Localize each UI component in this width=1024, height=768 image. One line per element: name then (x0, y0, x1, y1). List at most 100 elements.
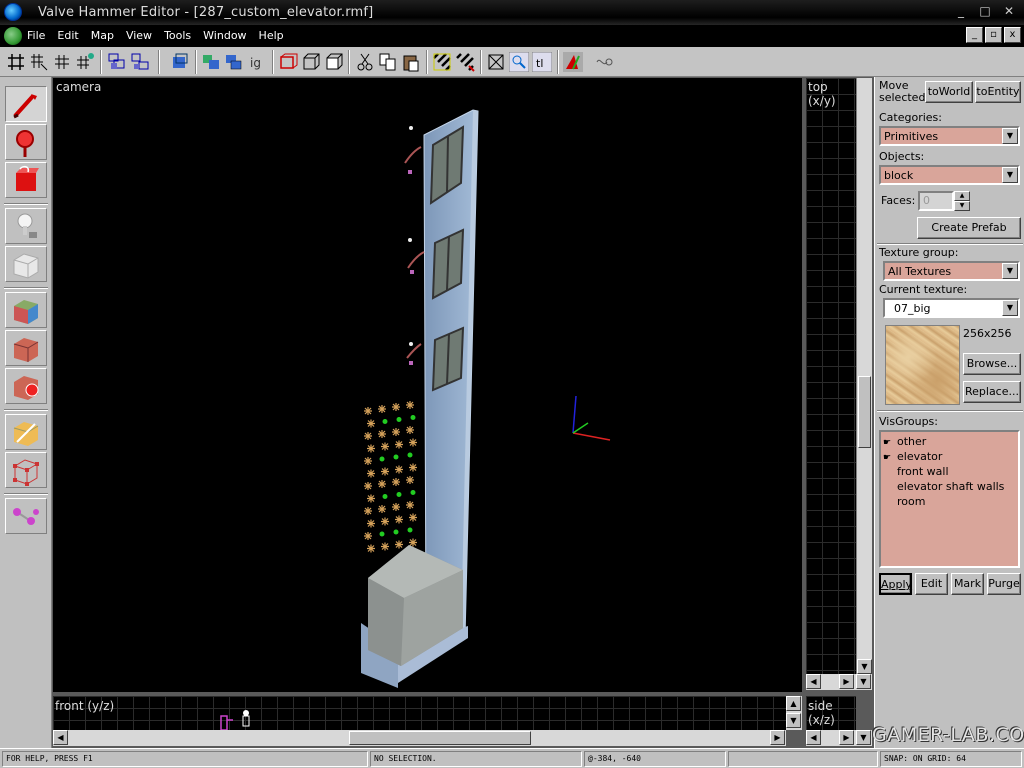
camera-tool-button[interactable] (5, 162, 47, 198)
decal-tool-button[interactable] (5, 368, 47, 404)
scroll-left-icon[interactable]: ◀ (806, 730, 821, 745)
chevron-down-icon[interactable]: ▼ (1002, 167, 1018, 183)
menu-view[interactable]: View (126, 29, 152, 42)
toggle-face-icon[interactable] (301, 52, 321, 72)
path-tool-button[interactable] (5, 498, 47, 534)
front-view-vertical-scrollbar[interactable]: ▲ ▼ (786, 696, 802, 730)
hatch-b-icon[interactable] (455, 52, 475, 72)
replace-button[interactable]: Replace... (963, 381, 1021, 403)
menu-map[interactable]: Map (91, 29, 114, 42)
cordon-icon[interactable] (594, 52, 614, 72)
top-viewport[interactable]: top (x/y) (806, 78, 856, 674)
block-tool-button[interactable] (5, 246, 47, 282)
eye-icon[interactable]: ☛ (883, 438, 897, 448)
minimize-button[interactable]: _ (950, 2, 972, 20)
chevron-down-icon[interactable]: ▼ (1002, 263, 1018, 279)
visgroup-elevator[interactable]: ☛ elevator (883, 450, 942, 463)
front-view-scroll-thumb[interactable] (349, 731, 531, 745)
faces-input[interactable]: 0 (918, 191, 954, 211)
doc-minimize-button[interactable]: _ (966, 27, 983, 43)
edit-button[interactable]: Edit (915, 573, 948, 595)
faces-up-icon[interactable]: ▲ (954, 191, 970, 201)
visgroup-other[interactable]: ☛ other (883, 435, 926, 448)
objects-select[interactable]: block ▼ (879, 165, 1020, 185)
vertex-tool-button[interactable] (5, 452, 47, 488)
categories-select[interactable]: Primitives ▼ (879, 126, 1020, 146)
apply-button[interactable]: Apply (879, 573, 912, 595)
texture-group-select[interactable]: All Textures ▼ (883, 261, 1020, 281)
scroll-down-icon[interactable]: ▼ (856, 674, 871, 689)
grid-3d-icon[interactable] (29, 52, 49, 72)
visgroups-list[interactable]: ☛ other ☛ elevator front wall elevator sha… (879, 430, 1020, 568)
chevron-down-icon[interactable]: ▼ (1002, 300, 1018, 316)
texture-lock-icon[interactable] (278, 52, 298, 72)
cut-icon[interactable] (355, 52, 375, 72)
scroll-right-icon[interactable]: ▶ (839, 674, 854, 689)
faces-down-icon[interactable]: ▼ (954, 201, 970, 211)
group-icon[interactable] (107, 52, 127, 72)
visgroup-front-wall[interactable]: front wall (897, 465, 949, 478)
run-map-icon[interactable] (563, 52, 583, 72)
visgroup-elevator-shaft-walls[interactable]: elevator shaft walls (897, 480, 1004, 493)
scroll-down-icon[interactable]: ▼ (856, 730, 871, 745)
menu-window[interactable]: Window (203, 29, 246, 42)
texture-lock-label-icon[interactable]: tl (532, 52, 552, 72)
side-viewport[interactable]: side (x/z) (806, 696, 856, 730)
entity-tool-button[interactable] (5, 208, 47, 244)
scroll-down-icon[interactable]: ▼ (857, 659, 872, 674)
hammer-app-icon[interactable] (4, 3, 22, 21)
selection-tool-button[interactable] (5, 86, 47, 122)
purge-button[interactable]: Purge (987, 573, 1021, 595)
light-entity-array[interactable] (364, 401, 417, 553)
menu-file[interactable]: File (27, 29, 45, 42)
hatch-a-icon[interactable] (432, 52, 452, 72)
close-button[interactable]: ✕ (998, 2, 1020, 20)
top-view-horizontal-scrollbar[interactable]: ◀ ▶ ▼ (806, 674, 872, 690)
current-texture-select[interactable]: 07_big ▼ (883, 298, 1020, 318)
scroll-left-icon[interactable]: ◀ (53, 730, 68, 745)
scroll-right-icon[interactable]: ▶ (770, 730, 785, 745)
scroll-up-icon[interactable]: ▲ (786, 696, 801, 711)
browse-button[interactable]: Browse... (963, 353, 1021, 375)
magnify-tool-button[interactable] (5, 124, 47, 160)
front-viewport[interactable]: front (y/z) (53, 696, 786, 730)
unhide-icon[interactable] (224, 52, 244, 72)
eye-icon[interactable]: ☛ (883, 453, 897, 463)
apply-texture-tool-button[interactable] (5, 330, 47, 366)
ungroup-icon[interactable] (130, 52, 150, 72)
scroll-left-icon[interactable]: ◀ (806, 674, 821, 689)
grid-larger-icon[interactable] (75, 52, 95, 72)
texture-application-tool-button[interactable] (5, 292, 47, 328)
document-icon[interactable] (4, 27, 22, 45)
maximize-button[interactable]: □ (974, 2, 996, 20)
clipping-tool-button[interactable] (5, 414, 47, 450)
doc-restore-button[interactable]: ▫ (985, 27, 1002, 43)
scroll-right-icon[interactable]: ▶ (839, 730, 854, 745)
zoom-icon[interactable] (509, 52, 529, 72)
scroll-down-icon[interactable]: ▼ (786, 713, 801, 728)
select-icon[interactable] (486, 52, 506, 72)
side-view-horizontal-scrollbar[interactable]: ◀ ▶ ▼ (806, 730, 872, 746)
top-view-scroll-thumb[interactable] (858, 376, 871, 448)
menu-tools[interactable]: Tools (164, 29, 191, 42)
texture-preview[interactable] (885, 325, 960, 405)
grid-smaller-icon[interactable] (52, 52, 72, 72)
door-entity-markers[interactable] (404, 146, 425, 359)
front-view-horizontal-scrollbar[interactable]: ◀ ▶ (53, 730, 786, 746)
paste-icon[interactable] (401, 52, 421, 72)
copy-icon[interactable] (378, 52, 398, 72)
grid-toggle-icon[interactable] (6, 52, 26, 72)
chevron-down-icon[interactable]: ▼ (1002, 128, 1018, 144)
toggle-vertex-icon[interactable] (324, 52, 344, 72)
camera-viewport[interactable]: camera (53, 78, 802, 692)
doc-close-button[interactable]: x (1004, 27, 1021, 43)
menu-edit[interactable]: Edit (57, 29, 78, 42)
create-prefab-button[interactable]: Create Prefab (917, 217, 1021, 239)
to-entity-button[interactable]: toEntity (975, 81, 1021, 103)
visgroup-room[interactable]: room (897, 495, 925, 508)
menu-help[interactable]: Help (259, 29, 284, 42)
ignore-groups-icon[interactable]: ig (247, 52, 267, 72)
hide-icon[interactable] (201, 52, 221, 72)
to-world-button[interactable]: toWorld (925, 81, 973, 103)
mark-button[interactable]: Mark (951, 573, 984, 595)
